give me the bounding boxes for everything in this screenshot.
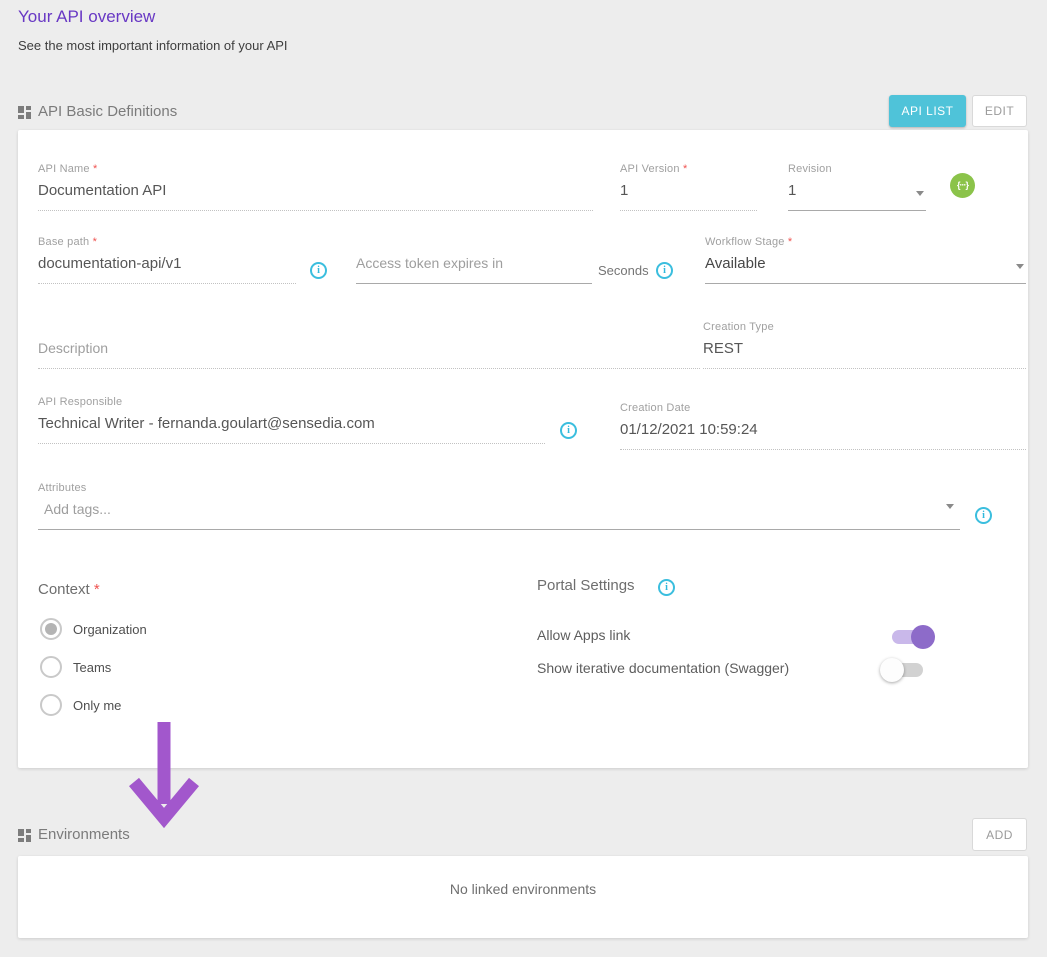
app-screen: Your API overview See the most important… [0,0,1047,957]
info-icon[interactable]: i [975,507,992,524]
api-name-label: API Name * [38,163,593,176]
info-icon[interactable]: i [656,262,673,279]
attributes-input[interactable]: Attributes Add tags... [38,482,960,530]
description-field: Description [38,321,700,369]
swagger-doc-toggle[interactable] [883,663,923,677]
base-path-value: documentation-api/v1 [38,255,296,275]
api-responsible-label: API Responsible [38,396,545,409]
context-title: Context * [38,581,100,598]
info-icon[interactable]: i [560,422,577,439]
toggle-knob[interactable] [911,625,935,649]
api-name-value: Documentation API [38,182,593,202]
base-path-field: Base path * documentation-api/v1 [38,236,296,284]
swagger-doc-label: Show iterative documentation (Swagger) [537,660,789,676]
context-option-only-me: Only me [40,694,121,716]
attributes-placeholder: Add tags... [38,501,960,521]
seconds-suffix: Seconds [598,263,649,278]
chevron-down-icon[interactable] [946,504,954,509]
radio-label: Teams [73,660,111,675]
creation-date-field: Creation Date 01/12/2021 10:59:24 [620,402,1026,450]
radio-button[interactable] [40,656,62,678]
api-version-field: API Version * 1 [620,163,757,211]
edit-button[interactable]: EDIT [972,95,1027,127]
api-name-field: API Name * Documentation API [38,163,593,211]
radio-label: Organization [73,622,147,637]
revision-label: Revision [788,163,926,176]
chevron-down-icon[interactable] [1016,264,1024,269]
radio-button[interactable] [40,618,62,640]
revision-value: 1 [788,182,926,202]
access-token-input[interactable]: Access token expires in [356,236,592,284]
creation-date-label: Creation Date [620,402,1026,415]
toggle-knob[interactable] [880,658,904,682]
trace-icon[interactable]: {···} [950,173,975,198]
radio-button[interactable] [40,694,62,716]
creation-type-value: REST [703,340,1026,360]
page-title: Your API overview [18,7,155,27]
api-version-label: API Version * [620,163,757,176]
workflow-stage-select[interactable]: Workflow Stage * Available [705,236,1026,284]
api-list-button[interactable]: API LIST [889,95,966,127]
base-path-label: Base path * [38,236,296,249]
allow-apps-link-label: Allow Apps link [537,627,630,643]
workflow-stage-value: Available [705,255,1026,275]
environments-card: No linked environments [18,856,1028,938]
info-icon[interactable]: i [658,579,675,596]
attributes-label: Attributes [38,482,960,495]
grid-icon [18,829,31,842]
creation-date-value: 01/12/2021 10:59:24 [620,421,1026,441]
revision-select[interactable]: Revision 1 [788,163,926,211]
description-placeholder: Description [38,340,700,360]
section-title-basic-definitions: API Basic Definitions [38,103,177,120]
context-option-organization: Organization [40,618,147,640]
allow-apps-link-toggle[interactable] [892,630,932,644]
portal-settings-title: Portal Settings [537,577,635,594]
page-subtitle: See the most important information of yo… [18,38,288,53]
section-title-environments: Environments [38,826,130,843]
creation-type-field: Creation Type REST [703,321,1026,369]
workflow-stage-label: Workflow Stage * [705,236,1026,249]
basic-definitions-card: API Name * Documentation API API Version… [18,130,1028,768]
chevron-down-icon[interactable] [916,191,924,196]
creation-type-label: Creation Type [703,321,1026,334]
radio-label: Only me [73,698,121,713]
info-icon[interactable]: i [310,262,327,279]
context-option-teams: Teams [40,656,111,678]
api-version-value: 1 [620,182,757,202]
add-environment-button[interactable]: ADD [972,818,1027,851]
access-token-placeholder: Access token expires in [356,255,592,275]
api-responsible-value: Technical Writer - fernanda.goulart@sens… [38,415,545,435]
empty-environments-message: No linked environments [450,881,596,913]
grid-icon [18,106,31,119]
api-responsible-field: API Responsible Technical Writer - ferna… [38,396,545,444]
